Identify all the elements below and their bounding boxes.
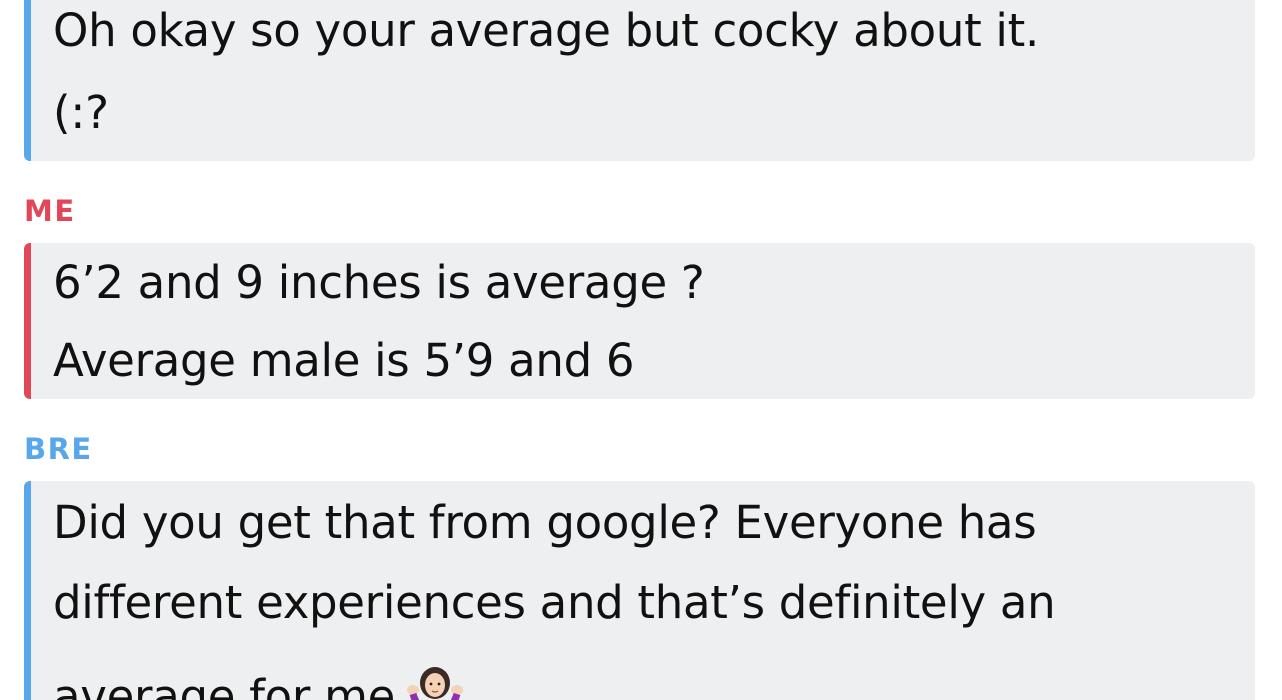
message-accent-bar [24, 481, 31, 700]
message-text-line: Oh okay so your average but cocky about … [53, 4, 1039, 57]
sender-label-bre: BRE [24, 432, 93, 466]
message-text-line: (:? [53, 86, 109, 139]
message-accent-bar [24, 0, 31, 161]
message-text: average for me [53, 670, 396, 700]
message-text-line: different experiences and that’s definit… [53, 576, 1056, 629]
chat-message[interactable]: Oh okay so your average but cocky about … [24, 0, 1255, 161]
message-text-line: Average male is 5’9 and 6 [53, 334, 635, 387]
message-accent-bar [24, 243, 31, 399]
person-shrugging-emoji [405, 666, 465, 700]
sender-label-me: ME [24, 194, 76, 228]
chat-message[interactable]: Did you get that from google? Everyone h… [24, 481, 1255, 700]
message-text-line: Did you get that from google? Everyone h… [53, 496, 1037, 549]
chat-message[interactable]: 6’2 and 9 inches is average ? Average ma… [24, 243, 1255, 399]
message-text-line: 6’2 and 9 inches is average ? [53, 256, 705, 309]
message-text-line-with-emoji: average for me [53, 660, 465, 700]
